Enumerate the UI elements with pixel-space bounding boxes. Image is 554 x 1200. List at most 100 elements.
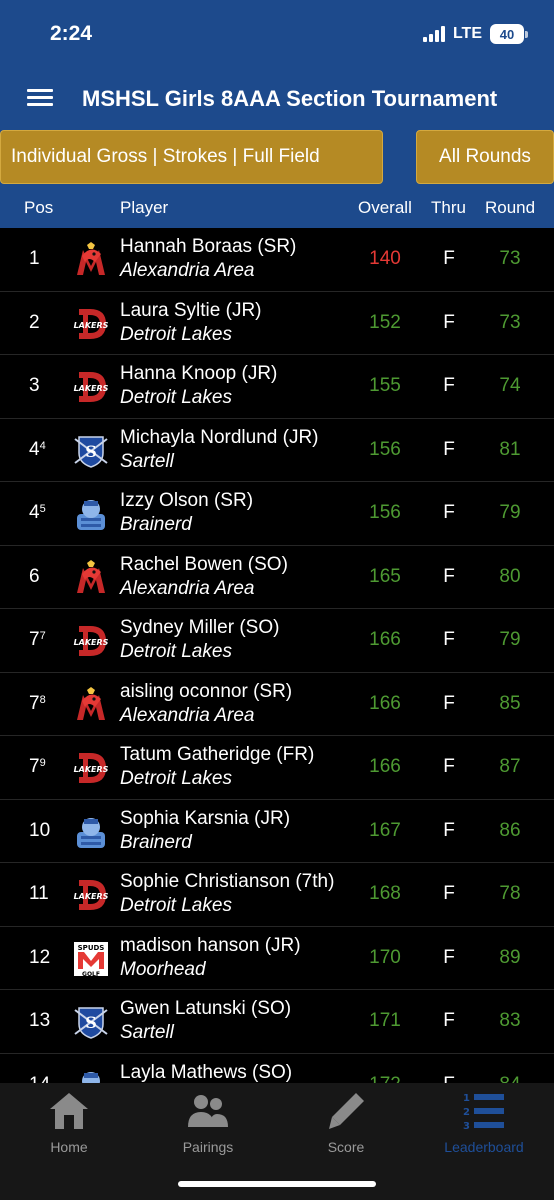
team-name: Detroit Lakes — [120, 387, 232, 408]
col-pos: Pos — [24, 198, 54, 217]
col-overall: Overall — [358, 198, 412, 217]
round-score: 73 — [499, 311, 521, 333]
svg-text:LAKERS: LAKERS — [74, 892, 109, 901]
leaderboard-list-icon: 1 2 3 — [463, 1093, 504, 1132]
svg-text:LAKERS: LAKERS — [74, 321, 109, 330]
position: 14 — [29, 1074, 50, 1084]
leaderboard-row[interactable]: 78 aisling oconnor (SR) Alexandria Area 166… — [0, 673, 554, 736]
tie-order: 8 — [39, 693, 46, 706]
rounds-filter-button[interactable]: All Rounds — [416, 130, 554, 184]
hamburger-menu-icon[interactable] — [27, 89, 53, 107]
position: 11 — [29, 883, 49, 905]
brainerd-warriors-logo — [73, 1068, 109, 1083]
svg-text:S: S — [85, 442, 97, 461]
tab-score[interactable]: Score — [286, 1089, 406, 1155]
position: 44 — [29, 439, 46, 461]
position-number: 3 — [29, 375, 40, 396]
player-name: Sydney Miller (SO) — [120, 617, 280, 638]
team-name: Detroit Lakes — [120, 641, 232, 662]
alexandria-cardinal-logo — [73, 686, 109, 723]
team-name: Alexandria Area — [120, 704, 255, 726]
overall-score: 156 — [369, 502, 401, 523]
position: 78 — [29, 693, 46, 715]
round-score: 79 — [499, 502, 521, 523]
round-score: 86 — [499, 819, 521, 841]
col-round: Round — [485, 198, 536, 217]
thru-status: F — [443, 248, 455, 269]
network-label: LTE — [452, 25, 482, 42]
overall-score: 156 — [369, 438, 401, 460]
leaderboard-row[interactable]: 44 S Michayla Nordlund (JR) Sartell 156 F 81 — [0, 419, 554, 482]
page-title: MSHSL Girls 8AAA Section Tournament — [82, 86, 498, 111]
position: 79 — [29, 756, 46, 778]
team-name: Alexandria Area — [120, 260, 255, 281]
leaderboard-row[interactable]: 2 LAKERS Laura Syltie (JR) Detroit Lakes 152… — [0, 292, 554, 355]
position-number: 13 — [29, 1010, 51, 1031]
player-name: Gwen Latunski (SO) — [120, 998, 292, 1019]
round-score: 84 — [485, 1074, 535, 1084]
team-name: Brainerd — [120, 831, 192, 853]
svg-text:SPUDS: SPUDS — [78, 944, 105, 952]
overall-score: 171 — [369, 1010, 401, 1031]
svg-text:2: 2 — [463, 1107, 470, 1118]
sartell-sabres-logo: S — [73, 1004, 109, 1040]
team-name: Alexandria Area — [120, 577, 255, 599]
player-name: Michayla Nordlund (JR) — [120, 426, 319, 448]
people-icon — [188, 1095, 228, 1127]
tab-pairings[interactable]: Pairings — [148, 1089, 268, 1155]
leaderboard-row[interactable]: 14 Layla Mathews (SO) 172 F 84 — [0, 1054, 554, 1084]
leaderboard-row[interactable]: 77 LAKERS Sydney Miller (SO) Detroit Lakes 1… — [0, 609, 554, 673]
player-name: Rachel Bowen (SO) — [120, 553, 288, 575]
leaderboard-row[interactable]: 3 LAKERS Hanna Knoop (JR) Detroit Lakes 155 F… — [0, 355, 554, 419]
player-name: Sophia Karsnia (JR) — [120, 807, 291, 829]
svg-text:S: S — [85, 1013, 97, 1032]
overall-score: 170 — [369, 946, 401, 968]
leaderboard-row[interactable]: 12 SPUDS GOLF madison hanson (JR) Moorhead 17… — [0, 927, 554, 990]
detroit-lakes-lakers-logo: LAKERS — [73, 306, 109, 342]
leaderboard-row[interactable]: 45 Izzy Olson (SR) Brainerd 156 F 79 — [0, 482, 554, 546]
col-thru: Thru — [431, 198, 466, 217]
position-number: 4 — [29, 502, 40, 523]
tab-label: Score — [327, 1139, 365, 1155]
leaderboard-row[interactable]: 6 Rachel Bowen (SO) Alexandria Area 165 F 80 — [0, 546, 554, 609]
thru-status: F — [443, 1010, 455, 1031]
team-name: Detroit Lakes — [120, 323, 232, 345]
svg-text:1: 1 — [463, 1093, 470, 1104]
team-name: Detroit Lakes — [120, 895, 232, 916]
round-score: 85 — [499, 692, 521, 714]
leaderboard-row[interactable]: 79 LAKERS Tatum Gatheridge (FR) Detroit Lak… — [0, 736, 554, 800]
detroit-lakes-lakers-logo: LAKERS — [73, 750, 109, 786]
tab-home[interactable]: Home — [9, 1089, 129, 1155]
round-score: 79 — [499, 629, 521, 650]
position-number: 1 — [29, 248, 40, 269]
view-filter-button[interactable]: Individual Gross | Strokes | Full Field — [0, 130, 383, 184]
overall-score: 152 — [369, 311, 401, 333]
battery-icon: 40 — [490, 24, 528, 44]
svg-text:LAKERS: LAKERS — [74, 638, 109, 647]
tab-leaderboard[interactable]: 1 2 3 Leaderboard — [424, 1089, 544, 1155]
home-indicator[interactable] — [178, 1181, 376, 1187]
tie-order: 7 — [39, 630, 46, 642]
round-score: 80 — [499, 565, 521, 587]
team-name: Sartell — [120, 450, 174, 472]
status-indicators: LTE 40 — [422, 24, 528, 44]
svg-text:GOLF: GOLF — [82, 971, 100, 977]
team-name: Detroit Lakes — [120, 768, 232, 789]
tie-order: 5 — [39, 503, 46, 515]
filter-bar: Individual Gross | Strokes | Full Field … — [0, 128, 554, 188]
leaderboard-row[interactable]: 13 S Gwen Latunski (SO) Sartell 171 F 83 — [0, 990, 554, 1054]
player-name: Sophie Christianson (7th) — [120, 871, 335, 892]
svg-text:LAKERS: LAKERS — [74, 384, 109, 393]
round-score: 78 — [499, 883, 521, 904]
round-score: 81 — [499, 438, 521, 460]
sartell-sabres-logo: S — [73, 433, 109, 469]
position-number: 11 — [29, 883, 49, 904]
round-score: 83 — [499, 1010, 521, 1031]
player-name: Tatum Gatheridge (FR) — [120, 744, 315, 765]
position: 77 — [29, 629, 46, 651]
leaderboard-row[interactable]: 11 LAKERS Sophie Christianson (7th) Detroit… — [0, 863, 554, 927]
leaderboard-row[interactable]: 1 Hannah Boraas (SR) Alexandria Area 140 F 73 — [0, 228, 554, 292]
leaderboard-row[interactable]: 10 Sophia Karsnia (JR) Brainerd 167 F 86 — [0, 800, 554, 863]
thru-status: F — [443, 629, 455, 650]
thru-status: F — [443, 502, 455, 523]
